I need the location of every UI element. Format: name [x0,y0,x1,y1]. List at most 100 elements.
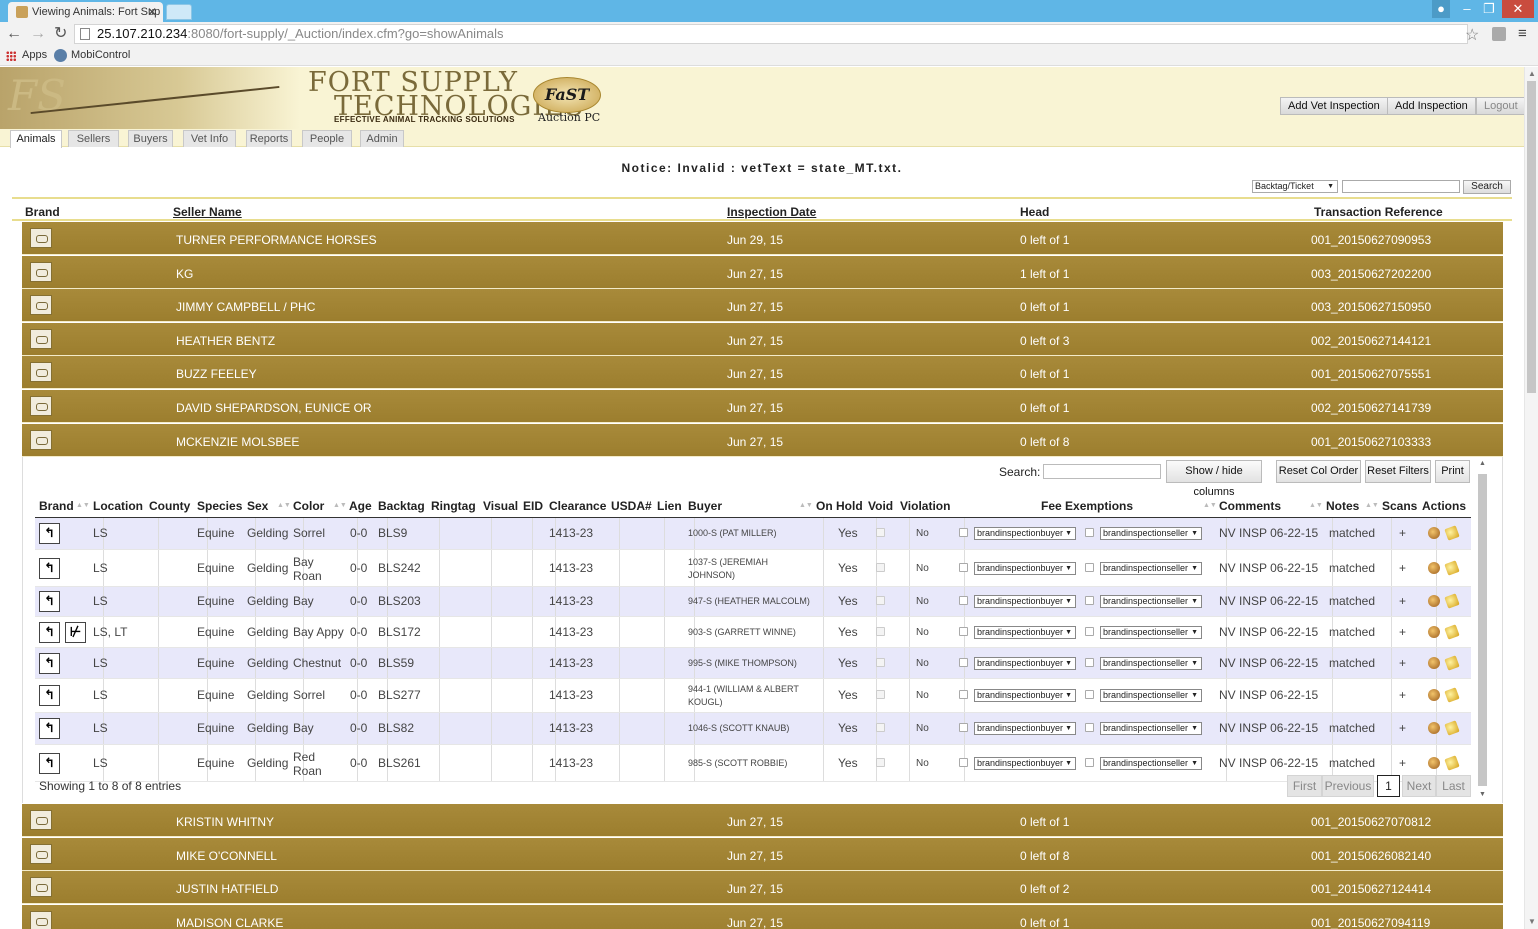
seller-row[interactable]: MCKENZIE MOLSBEE Jun 27, 15 0 left of 8 001… [22,423,1503,457]
fee-seller-select[interactable]: brandinspectionseller ▼ [1100,689,1202,702]
fee-seller-checkbox[interactable] [1085,563,1094,572]
fee-seller-select[interactable]: brandinspectionseller ▼ [1100,626,1202,639]
brand-image-icon[interactable] [30,228,52,248]
brand-image-icon[interactable] [30,877,52,898]
tab-reports[interactable]: Reports [246,130,292,147]
fee-buyer-select[interactable]: brandinspectionbuyer ▼ [974,722,1076,735]
th-scans[interactable]: Scans [1382,499,1417,513]
brand-image-icon[interactable] [30,843,52,864]
edit-animal-icon[interactable] [1428,595,1440,607]
fee-buyer-checkbox[interactable] [959,528,968,537]
fee-seller-select[interactable]: brandinspectionseller ▼ [1100,527,1202,540]
search-input[interactable] [1342,180,1460,193]
seller-row[interactable]: TURNER PERFORMANCE HORSES Jun 29, 15 0 lef… [22,222,1503,255]
seller-row[interactable]: KG Jun 27, 15 1 left of 1 003_2015062720220… [22,255,1503,289]
tab-admin[interactable]: Admin [360,130,404,147]
show-hide-columns-button[interactable]: Show / hide columns [1166,460,1262,498]
fee-buyer-select[interactable]: brandinspectionbuyer ▼ [974,757,1076,770]
table-row[interactable]: ↰ LS Equine Gelding 0-0 BLS203 1413-23 Yes NV IN… [35,587,1471,617]
brand-image-icon[interactable] [30,429,52,450]
brand-image-icon[interactable] [30,910,52,929]
th-usda[interactable]: USDA# [611,499,652,513]
seller-row[interactable]: DAVID SHEPARDSON, EUNICE OR Jun 27, 15 0 l… [22,390,1503,423]
apps-icon[interactable] [6,51,16,61]
fee-seller-select[interactable]: brandinspectionseller ▼ [1100,722,1202,735]
fee-buyer-select[interactable]: brandinspectionbuyer ▼ [974,595,1076,608]
close-tab-icon[interactable]: ✕ [147,2,157,22]
void-checkbox[interactable] [876,690,885,699]
maximize-button[interactable]: ❐ [1478,0,1500,18]
tag-icon[interactable] [1444,525,1460,541]
fee-buyer-checkbox[interactable] [959,723,968,732]
edit-animal-icon[interactable] [1428,689,1440,701]
edit-animal-icon[interactable] [1428,562,1440,574]
tab-people[interactable]: People [302,130,352,147]
fee-buyer-checkbox[interactable] [959,758,968,767]
brand-image-icon[interactable] [30,396,52,416]
col-seller-name[interactable]: Seller Name [173,205,242,219]
seller-row[interactable]: HEATHER BENTZ Jun 27, 15 0 left of 3 002_20… [22,322,1503,356]
buyer-cell[interactable]: 1046-S (SCOTT KNAUB) [688,722,789,735]
fee-seller-select[interactable]: brandinspectionseller ▼ [1100,757,1202,770]
table-row[interactable]: ↰ LS Equine Gelding 0-0 BLS242 1413-23 Yes NV IN… [35,550,1471,587]
edit-animal-icon[interactable] [1428,527,1440,539]
window-close-button[interactable]: ✕ [1502,0,1534,18]
th-visual[interactable]: Visual [483,499,518,513]
th-actions[interactable]: Actions [1422,499,1466,513]
fee-buyer-checkbox[interactable] [959,563,968,572]
user-icon[interactable]: ● [1432,0,1450,18]
th-backtag[interactable]: Backtag [378,499,425,513]
fee-buyer-select[interactable]: brandinspectionbuyer ▼ [974,657,1076,670]
fee-seller-checkbox[interactable] [1085,690,1094,699]
void-checkbox[interactable] [876,658,885,667]
edit-animal-icon[interactable] [1428,757,1440,769]
table-row[interactable]: ↰ LS Equine Gelding 0-0 BLS82 1413-23 Yes NV INS… [35,713,1471,745]
pager-next[interactable]: Next [1402,775,1436,797]
add-inspection-button[interactable]: Add Inspection [1387,97,1476,115]
edit-animal-icon[interactable] [1428,722,1440,734]
void-checkbox[interactable] [876,596,885,605]
extension-icon[interactable] [1492,27,1506,41]
table-row[interactable]: ↰ LS Equine Gelding 0-0 BLS9 1413-23 Yes NV INSP… [35,518,1471,550]
detail-scrollbar[interactable]: ▲ ▼ [1476,460,1488,800]
search-type-select[interactable]: Backtag/Ticket ▼ [1252,180,1338,193]
buyer-cell[interactable]: 947-S (HEATHER MALCOLM) [688,595,810,608]
seller-row[interactable]: JUSTIN HATFIELD Jun 27, 15 0 left of 2 001_… [22,871,1503,905]
th-ringtag[interactable]: Ringtag [431,499,476,513]
minimize-button[interactable]: – [1456,0,1478,18]
th-eid[interactable]: EID [523,499,543,513]
buyer-cell[interactable]: 1037-S (JEREMIAH [688,556,768,569]
void-checkbox[interactable] [876,723,885,732]
th-notes[interactable]: Notes [1326,499,1359,513]
tab-buyers[interactable]: Buyers [128,130,173,147]
new-tab-button[interactable] [166,4,192,20]
seller-row[interactable]: MIKE O'CONNELL Jun 27, 15 0 left of 8 001_2… [22,837,1503,871]
buyer-cell[interactable]: 903-S (GARRETT WINNE) [688,626,796,639]
bookmark-mobicontrol[interactable]: MobiControl [71,46,130,65]
scroll-up-icon[interactable]: ▲ [1479,460,1486,467]
mobicontrol-icon[interactable] [54,49,67,62]
th-lien[interactable]: Lien [657,499,682,513]
th-species[interactable]: Species [197,499,242,513]
pager-previous[interactable]: Previous [1322,775,1374,797]
buyer-cell[interactable]: 995-S (MIKE THOMPSON) [688,657,797,670]
fee-buyer-select[interactable]: brandinspectionbuyer ▼ [974,626,1076,639]
tag-icon[interactable] [1444,655,1460,671]
reload-icon[interactable]: ↻ [54,25,67,43]
fee-buyer-checkbox[interactable] [959,627,968,636]
th-comments[interactable]: Comments [1219,499,1281,513]
brand-image-icon[interactable] [30,261,52,282]
edit-animal-icon[interactable] [1428,626,1440,638]
tab-animals[interactable]: Animals [10,130,62,148]
fee-seller-checkbox[interactable] [1085,596,1094,605]
th-brand[interactable]: Brand [39,499,74,513]
fee-seller-checkbox[interactable] [1085,723,1094,732]
buyer-cell[interactable]: 1000-S (PAT MILLER) [688,527,777,540]
th-age[interactable]: Age [349,499,372,513]
seller-row[interactable]: JIMMY CAMPBELL / PHC Jun 27, 15 0 left of … [22,289,1503,323]
th-violation[interactable]: Violation [900,499,950,513]
page-scrollbar[interactable]: ▲ ▼ [1524,67,1538,929]
tab-sellers[interactable]: Sellers [68,130,119,147]
table-row[interactable]: ↰ ⊬ LS, LT Equine Gelding 0-0 BLS172 1413-23 Yes… [35,617,1471,648]
void-checkbox[interactable] [876,627,885,636]
